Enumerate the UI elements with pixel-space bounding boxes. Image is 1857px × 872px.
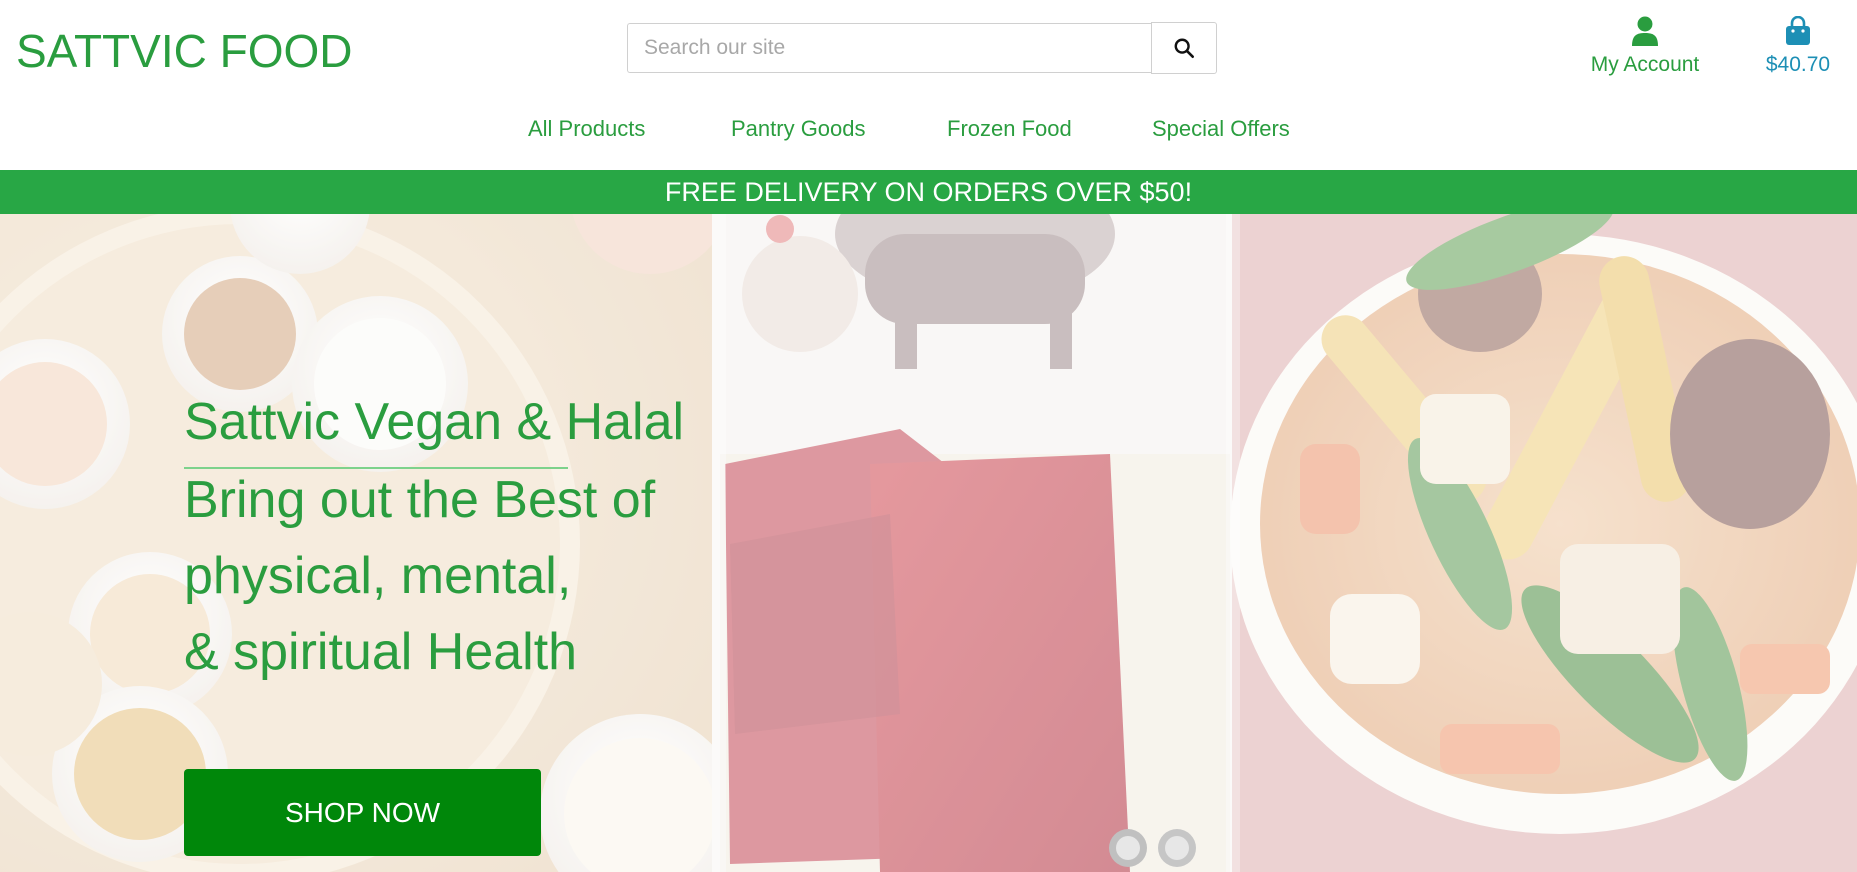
bag-total: $40.70 xyxy=(1765,53,1831,76)
free-delivery-banner: FREE DELIVERY ON ORDERS OVER $50! xyxy=(0,170,1857,214)
hero-tagline-line-1: Bring out the Best of xyxy=(184,471,656,529)
hero-tagline-line-2: physical, mental, xyxy=(184,547,572,605)
hero-title: Sattvic Vegan & Halal xyxy=(184,393,685,451)
nav-frozen-food[interactable]: Frozen Food xyxy=(947,116,1072,142)
hero-section: Sattvic Vegan & Halal Bring out the Best… xyxy=(0,214,1857,872)
shop-now-button[interactable]: SHOP NOW xyxy=(184,769,541,856)
my-account-label: My Account xyxy=(1590,53,1700,76)
site-header: SATTVIC FOOD My Account $40.70 All Produ… xyxy=(0,0,1857,170)
search-icon xyxy=(1174,38,1194,58)
search-button[interactable] xyxy=(1151,22,1217,74)
shopping-bag-icon xyxy=(1786,15,1810,45)
search-form xyxy=(627,22,1217,75)
search-input[interactable] xyxy=(627,23,1151,73)
my-account-link[interactable]: My Account xyxy=(1580,16,1710,77)
hero-divider xyxy=(184,467,568,469)
nav-pantry-goods[interactable]: Pantry Goods xyxy=(731,116,866,142)
user-icon xyxy=(1632,16,1658,46)
shopping-bag-link[interactable]: $40.70 xyxy=(1752,15,1844,77)
hero-tagline-line-3: & spiritual Health xyxy=(184,623,578,681)
nav-all-products[interactable]: All Products xyxy=(528,116,645,142)
nav-special-offers[interactable]: Special Offers xyxy=(1152,116,1290,142)
site-logo[interactable]: SATTVIC FOOD xyxy=(16,24,353,78)
main-nav: All Products Pantry Goods Frozen Food Sp… xyxy=(0,116,1857,150)
